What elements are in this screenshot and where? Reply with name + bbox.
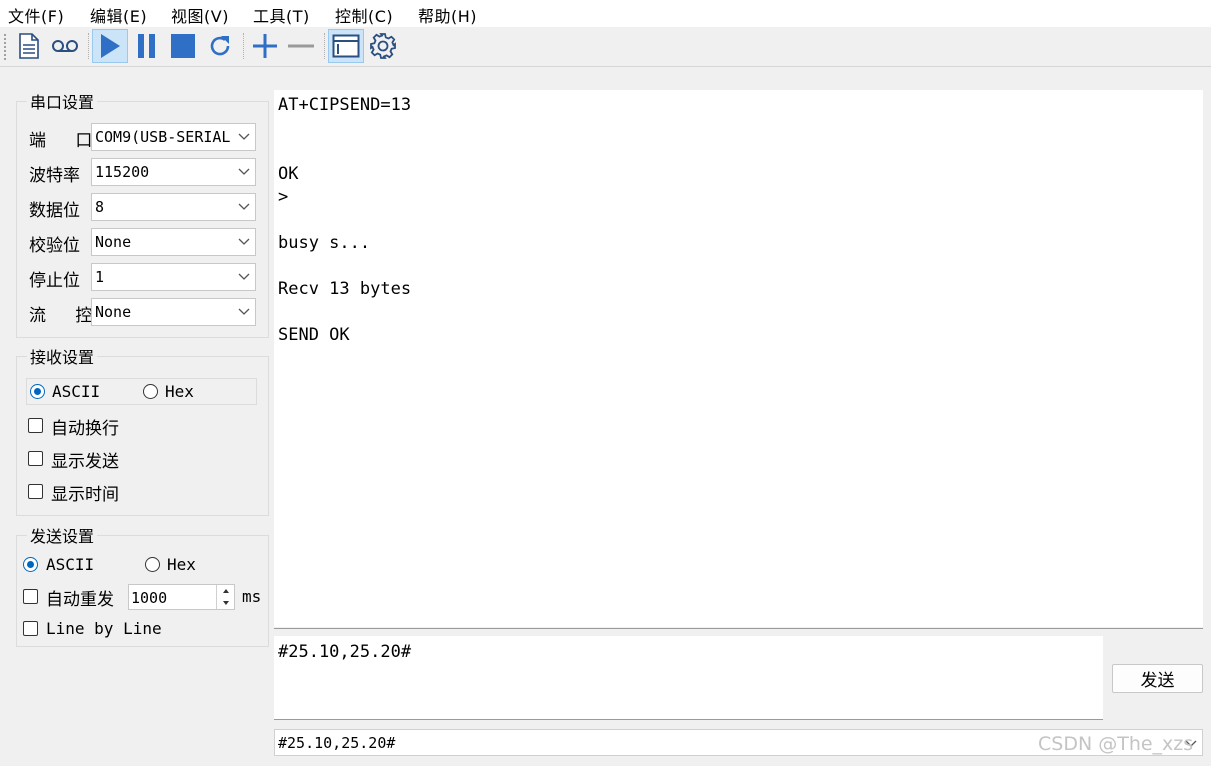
menu-control[interactable]: 控制(C) [335,3,393,27]
baud-select[interactable]: 115200 [91,158,256,186]
send-ascii-label: ASCII [46,555,95,574]
pause-button[interactable] [129,29,165,63]
receive-text-area[interactable]: AT+CIPSEND=13 OK > busy s... Recv 13 byt… [274,90,1203,627]
parity-label: 校验位 [29,236,80,256]
watermark: CSDN @The_xzs [1038,733,1194,755]
send-hex-label: Hex [167,555,196,574]
chevron-down-icon [238,168,250,175]
chevron-down-icon [238,273,250,280]
record-button[interactable] [47,29,83,63]
add-icon [253,34,277,58]
remove-icon [288,44,314,48]
menu-tools[interactable]: 工具(T) [253,3,310,27]
toolbar-separator [324,33,325,59]
refresh-button[interactable] [202,29,238,63]
stop-bits-value: 1 [95,268,105,286]
resend-interval-spinbox[interactable]: 1000 [128,584,235,610]
send-settings-legend: 发送设置 [30,527,95,546]
menu-view[interactable]: 视图(V) [171,3,229,27]
menu-help[interactable]: 帮助(H) [418,3,477,27]
menu-bar: 文件(F) 编辑(E) 视图(V) 工具(T) 控制(C) 帮助(H) [0,0,1211,27]
chevron-down-icon [238,203,250,210]
chevron-down-icon [238,308,250,315]
data-bits-select[interactable]: 8 [91,193,256,221]
send-hex-radio[interactable] [145,557,160,572]
port-select[interactable]: COM9(USB-SERIAL [91,123,256,151]
new-file-icon [19,33,39,59]
baud-label: 波特率 [29,166,80,186]
port-value: COM9(USB-SERIAL [95,128,231,146]
serial-settings-legend: 串口设置 [30,93,95,112]
recv-line: AT+CIPSEND=13 [278,95,412,115]
parity-value: None [95,233,132,251]
send-history-value: #25.10,25.20# [278,734,396,752]
auto-resend-checkbox[interactable] [23,589,38,604]
toolbar [0,27,1211,67]
line-by-line-checkbox[interactable] [23,621,38,636]
toolbar-separator [243,33,244,59]
send-input-text: #25.10,25.20# [278,642,412,662]
pane-splitter[interactable] [274,628,1203,629]
send-button[interactable]: 发送 [1112,664,1203,693]
send-text-area[interactable]: #25.10,25.20# [274,636,1103,720]
toolbar-grip[interactable] [4,34,7,60]
data-bits-value: 8 [95,198,105,216]
play-button[interactable] [92,29,128,63]
play-icon [101,34,120,58]
stop-bits-select[interactable]: 1 [91,263,256,291]
line-by-line-label: Line by Line [46,619,162,638]
stop-icon [171,34,195,58]
spin-up-icon[interactable] [217,585,235,597]
show-send-label: 显示发送 [51,452,119,472]
menu-edit[interactable]: 编辑(E) [90,3,147,27]
add-button[interactable] [247,29,283,63]
resend-interval-value: 1000 [131,589,168,607]
recv-line: Recv 13 bytes [278,279,412,299]
auto-wrap-label: 自动换行 [51,419,119,439]
pause-icon [138,34,155,58]
baud-value: 115200 [95,163,150,181]
window-icon [332,34,360,58]
settings-button[interactable] [365,29,401,63]
show-send-checkbox[interactable] [28,451,43,466]
menu-file[interactable]: 文件(F) [8,3,64,27]
data-bits-label: 数据位 [29,201,80,221]
recv-line: SEND OK [278,325,350,345]
chevron-down-icon [238,238,250,245]
toolbar-separator [88,33,89,59]
spin-down-icon[interactable] [217,597,235,609]
receive-ascii-label: ASCII [52,382,101,401]
recv-line: busy s... [278,233,371,253]
remove-button[interactable] [283,29,319,63]
spin-arrows[interactable] [216,585,234,609]
interval-unit: ms [242,587,262,606]
send-ascii-radio[interactable] [23,557,38,572]
show-time-label: 显示时间 [51,485,119,505]
parity-select[interactable]: None [91,228,256,256]
settings-gear-icon [370,33,396,59]
stop-button[interactable] [165,29,201,63]
auto-wrap-checkbox[interactable] [28,418,43,433]
receive-settings-legend: 接收设置 [30,348,95,367]
receive-ascii-radio[interactable] [30,384,45,399]
stop-bits-label: 停止位 [29,271,80,291]
chevron-down-icon [238,133,250,140]
refresh-icon [210,36,230,56]
receive-hex-label: Hex [165,382,194,401]
auto-resend-label: 自动重发 [46,590,114,610]
record-icon [52,40,78,52]
new-file-button[interactable] [11,29,47,63]
recv-line: OK [278,164,299,184]
recv-line: > [278,187,289,207]
flow-control-select[interactable]: None [91,298,256,326]
flow-control-value: None [95,303,132,321]
show-time-checkbox[interactable] [28,484,43,499]
window-button[interactable] [328,29,364,63]
receive-hex-radio[interactable] [143,384,158,399]
